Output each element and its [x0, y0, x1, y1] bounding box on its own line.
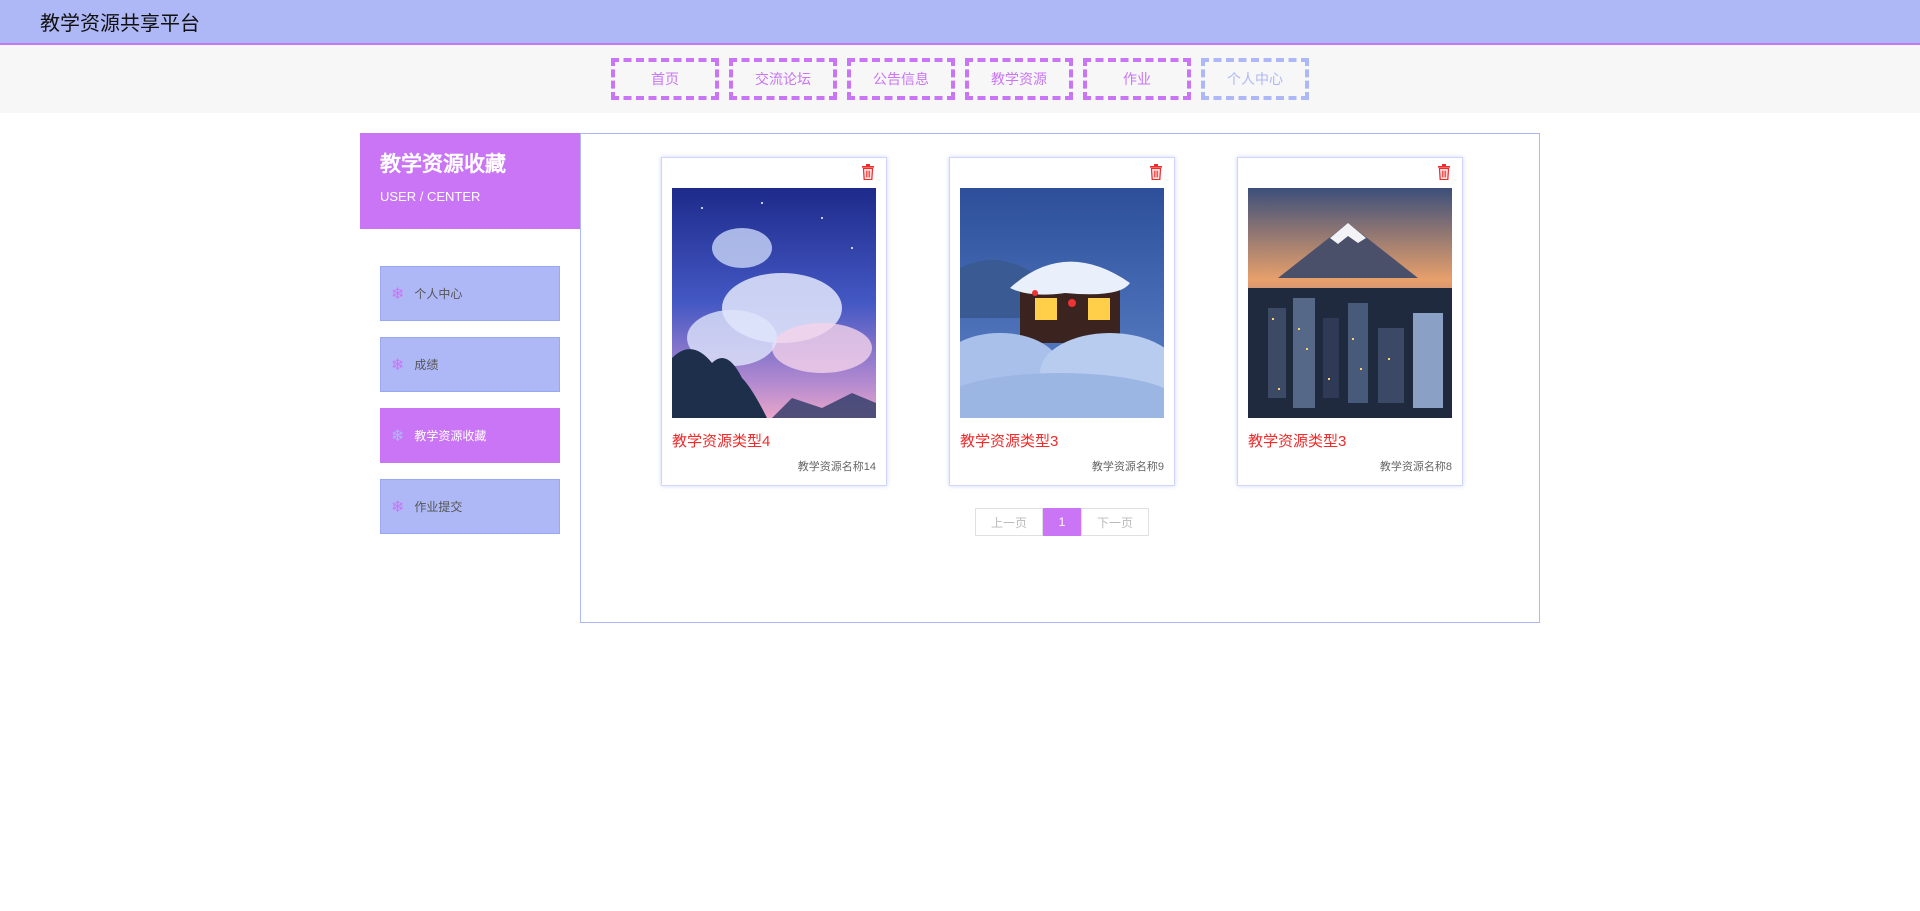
nav-personal-center[interactable]: 个人中心	[1201, 58, 1309, 100]
sidebar-title: 教学资源收藏	[380, 153, 506, 176]
sidebar-item-label: 作业提交	[414, 500, 463, 514]
trash-icon[interactable]	[862, 164, 874, 180]
nav-forum[interactable]: 交流论坛	[729, 58, 837, 100]
resource-type[interactable]: 教学资源类型3	[960, 430, 1058, 451]
sidebar-item-label: 成绩	[414, 358, 439, 372]
sidebar-header: 教学资源收藏 USER / CENTER	[360, 133, 580, 229]
next-page-button[interactable]: 下一页	[1081, 508, 1149, 536]
sidebar-item-label: 教学资源收藏	[414, 429, 487, 443]
main-nav: 首页 交流论坛 公告信息 教学资源 作业 个人中心	[0, 45, 1920, 113]
trash-icon[interactable]	[1150, 164, 1162, 180]
site-title: 教学资源共享平台	[40, 13, 200, 35]
sidebar-item-homework-submit[interactable]: ❄ 作业提交	[380, 479, 560, 534]
resource-type[interactable]: 教学资源类型4	[672, 430, 770, 451]
resource-type[interactable]: 教学资源类型3	[1248, 430, 1346, 451]
mount-fuji-city-image[interactable]	[1248, 188, 1452, 418]
nav-home[interactable]: 首页	[611, 58, 719, 100]
favorites-panel: 教学资源类型4 教学资源名称14 教学资源类型3 教学资源名称9 教学资源类型3…	[580, 133, 1540, 623]
nav-announcements[interactable]: 公告信息	[847, 58, 955, 100]
resource-name: 教学资源名称8	[1379, 461, 1452, 473]
snowflake-icon: ❄	[391, 427, 405, 445]
top-header: 教学资源共享平台	[0, 0, 1920, 45]
resource-card[interactable]: 教学资源类型4 教学资源名称14	[661, 157, 887, 486]
trash-icon[interactable]	[1438, 164, 1450, 180]
sidebar-item-resource-favorites[interactable]: ❄ 教学资源收藏	[380, 408, 560, 463]
snowflake-icon: ❄	[391, 356, 405, 374]
night-sky-clouds-image[interactable]	[672, 188, 876, 418]
snowflake-icon: ❄	[391, 498, 405, 516]
sidebar-menu: ❄ 个人中心 ❄ 成绩 ❄ 教学资源收藏 ❄ 作业提交	[360, 266, 580, 534]
resource-card[interactable]: 教学资源类型3 教学资源名称8	[1237, 157, 1463, 486]
sidebar-item-grades[interactable]: ❄ 成绩	[380, 337, 560, 392]
snowflake-icon: ❄	[391, 285, 405, 303]
resource-name: 教学资源名称9	[1091, 461, 1164, 473]
pagination: 上一页 1 下一页	[975, 508, 1149, 536]
main-area: 教学资源收藏 USER / CENTER ❄ 个人中心 ❄ 成绩 ❄ 教学资源收…	[0, 113, 1920, 911]
sidebar: 教学资源收藏 USER / CENTER ❄ 个人中心 ❄ 成绩 ❄ 教学资源收…	[360, 133, 580, 550]
sidebar-subtitle: USER / CENTER	[380, 189, 481, 204]
prev-page-button[interactable]: 上一页	[975, 508, 1043, 536]
card-list: 教学资源类型4 教学资源名称14 教学资源类型3 教学资源名称9 教学资源类型3…	[661, 157, 1463, 486]
resource-name: 教学资源名称14	[797, 461, 876, 473]
resource-card[interactable]: 教学资源类型3 教学资源名称9	[949, 157, 1175, 486]
sidebar-item-label: 个人中心	[414, 287, 463, 301]
sidebar-item-personal-center[interactable]: ❄ 个人中心	[380, 266, 560, 321]
snowy-cabin-image[interactable]	[960, 188, 1164, 418]
page-number-button[interactable]: 1	[1043, 508, 1081, 536]
nav-homework[interactable]: 作业	[1083, 58, 1191, 100]
nav-resources[interactable]: 教学资源	[965, 58, 1073, 100]
